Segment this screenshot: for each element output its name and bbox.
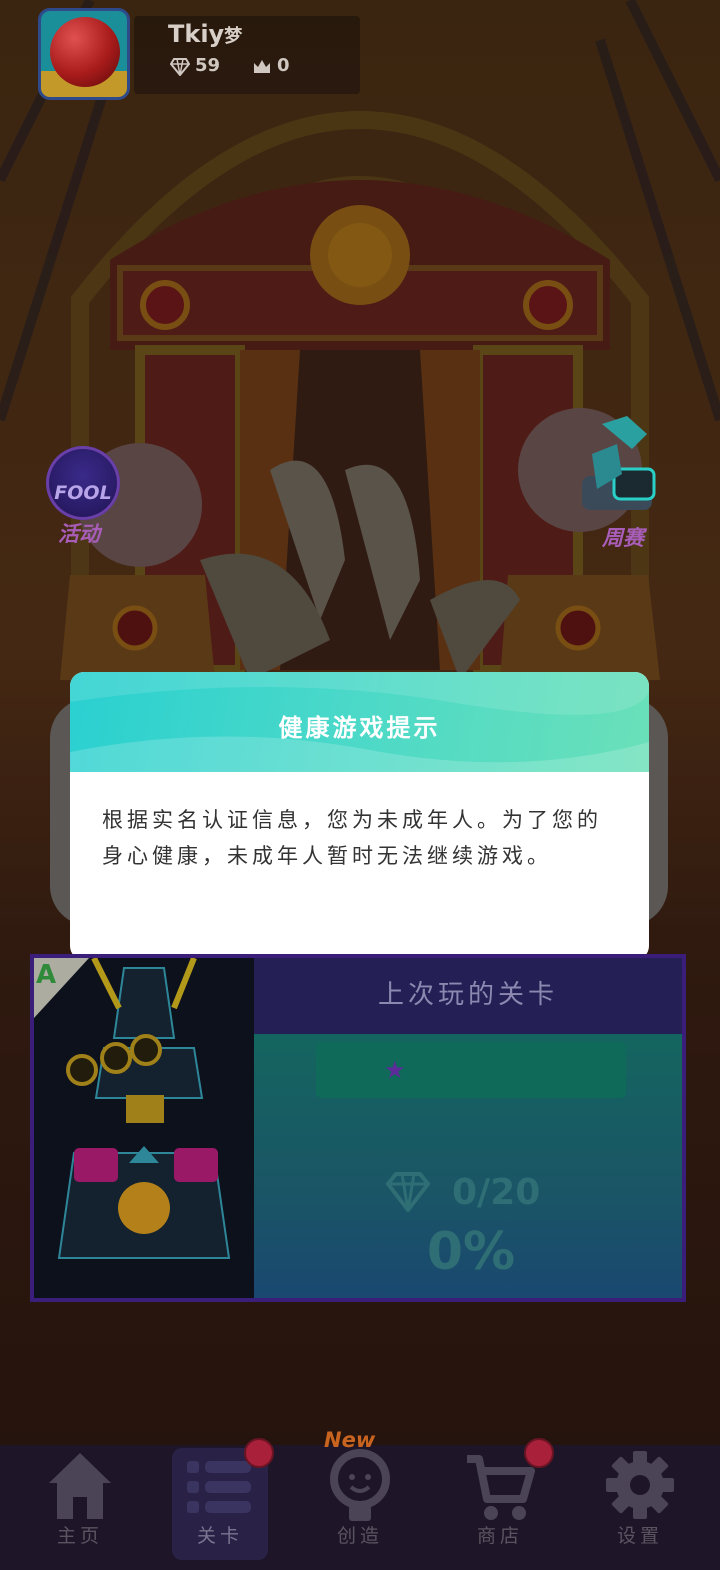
diamond-icon (170, 58, 190, 76)
diamond-progress: 0/20 (452, 1172, 541, 1213)
nav-create-label: 创造 (336, 1525, 383, 1547)
dialog-header: 健康游戏提示 (70, 672, 649, 772)
player-avatar[interactable] (38, 8, 130, 100)
level-card-title: 上次玩的关卡 (377, 980, 558, 1010)
ball-avatar-icon (50, 17, 120, 87)
event-label: 活动 (58, 522, 100, 546)
nav-levels-label: 关卡 (196, 1525, 243, 1547)
new-tag: New (324, 1428, 376, 1452)
star-icon: ★ (384, 1056, 406, 1084)
player-name: Tkiy梦 (168, 20, 243, 48)
crown-icon (254, 60, 270, 73)
trophy-hand-icon (582, 416, 656, 510)
diamond-count: 59 (195, 55, 221, 76)
fool-event-icon: FOOL (46, 446, 120, 520)
nav-settings[interactable]: 设置 (570, 1445, 710, 1570)
level-grade: A (36, 960, 57, 990)
health-notice-dialog: 健康游戏提示 根据实名认证信息，您为未成年人。为了您的身心健康，未成年人暂时无法… (70, 672, 649, 960)
shop-notification-badge (524, 1438, 554, 1468)
event-badge-text: FOOL (54, 482, 112, 504)
nav-create[interactable]: 创造 (290, 1445, 430, 1570)
home-icon (49, 1453, 111, 1519)
diamond-progress-icon (386, 1172, 430, 1212)
star-progress-bar (316, 1042, 626, 1098)
crown-count: 0 (277, 55, 290, 76)
level-thumbnail (34, 958, 254, 1298)
nav-settings-label: 设置 (616, 1525, 663, 1547)
dialog-message: 根据实名认证信息，您为未成年人。为了您的身心健康，未成年人暂时无法继续游戏。 (102, 808, 602, 868)
nav-shop-label: 商店 (476, 1525, 523, 1547)
dialog-title: 健康游戏提示 (278, 713, 441, 742)
nav-home-label: 主页 (56, 1525, 103, 1547)
levels-notification-badge (244, 1438, 274, 1468)
weekly-contest-label: 周赛 (602, 526, 644, 550)
gear-icon (606, 1451, 674, 1519)
nav-home[interactable]: 主页 (10, 1445, 150, 1570)
lightbulb-icon (330, 1449, 390, 1521)
level-completion-percent: 0% (426, 1222, 516, 1282)
